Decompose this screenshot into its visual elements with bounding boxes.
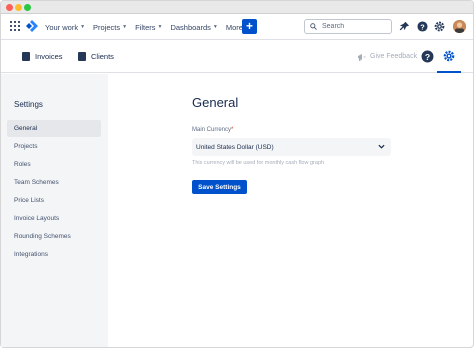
currency-helper-text: This currency will be used for monthly c… [192, 160, 325, 166]
sidebar-item-projects[interactable]: Projects [7, 138, 101, 155]
sidebar-title: Settings [14, 100, 43, 109]
tab-label: Clients [91, 52, 114, 61]
invoices-icon [22, 52, 30, 61]
menu-label: Your work [45, 22, 79, 32]
page-title: General [192, 95, 239, 110]
tab-label: Invoices [35, 52, 63, 61]
svg-text:?: ? [420, 22, 425, 31]
currency-label-text: Main Currency [192, 127, 232, 133]
feedback-label: Give Feedback [370, 53, 418, 60]
give-feedback-button[interactable]: Give Feedback [357, 40, 417, 73]
svg-text:?: ? [425, 52, 430, 62]
product-subnav: Invoices Clients Give Feedback ? [1, 40, 473, 73]
jira-logo-icon[interactable] [26, 20, 38, 32]
minimize-window-button[interactable] [15, 4, 22, 11]
currency-select[interactable]: United States Dollar (USD) [192, 138, 391, 156]
currency-selected-value: United States Dollar (USD) [196, 143, 274, 151]
sidebar-item-rounding-schemes[interactable]: Rounding Schemes [7, 228, 101, 245]
menu-label: Filters [135, 22, 156, 32]
sidebar-item-roles[interactable]: Roles [7, 156, 101, 173]
chevron-down-icon [378, 144, 385, 149]
save-settings-button[interactable]: Save Settings [192, 180, 247, 194]
menu-label: Dashboards [170, 22, 211, 32]
chevron-down-icon: ▼ [122, 24, 128, 30]
chevron-down-icon: ▼ [80, 24, 86, 30]
help-icon[interactable]: ? [421, 50, 434, 63]
chevron-down-icon: ▼ [212, 24, 218, 30]
clients-icon [78, 52, 86, 61]
menu-filters[interactable]: Filters ▼ [135, 23, 162, 32]
avatar-image [453, 20, 466, 33]
tab-clients[interactable]: Clients [78, 40, 114, 73]
top-navigation: Your work ▼ Projects ▼ Filters ▼ Dashboards… [1, 14, 473, 40]
sidebar-item-team-schemes[interactable]: Team Schemes [7, 174, 101, 191]
chevron-down-icon: ▼ [157, 24, 163, 30]
main-menu: Your work ▼ Projects ▼ Filters ▼ Dashboards… [45, 14, 258, 40]
settings-sidebar: Settings General Projects Roles Team Sch… [1, 74, 108, 347]
create-button[interactable]: + [242, 19, 257, 34]
menu-label: More [225, 22, 243, 32]
sidebar-item-price-lists[interactable]: Price Lists [7, 192, 101, 209]
search-box[interactable] [304, 19, 392, 34]
maximize-window-button[interactable] [24, 4, 31, 11]
tab-settings[interactable] [437, 40, 461, 73]
gear-icon [443, 50, 455, 61]
megaphone-icon [358, 53, 366, 61]
search-input[interactable] [322, 23, 390, 30]
menu-projects[interactable]: Projects ▼ [93, 23, 127, 32]
user-avatar[interactable] [453, 20, 466, 33]
sidebar-item-integrations[interactable]: Integrations [7, 246, 101, 263]
window-titlebar [1, 1, 473, 14]
menu-your-work[interactable]: Your work ▼ [45, 23, 85, 32]
sidebar-item-invoice-layouts[interactable]: Invoice Layouts [7, 210, 101, 227]
close-window-button[interactable] [6, 4, 13, 11]
menu-label: Projects [93, 22, 121, 32]
notifications-icon[interactable] [399, 21, 410, 32]
help-icon[interactable]: ? [417, 21, 428, 32]
currency-field-label: Main Currency* [192, 127, 233, 133]
search-icon [310, 23, 317, 30]
settings-gear-icon[interactable] [434, 21, 445, 32]
tab-invoices[interactable]: Invoices [22, 40, 63, 73]
menu-dashboards[interactable]: Dashboards ▼ [170, 23, 217, 32]
sidebar-item-general[interactable]: General [7, 120, 101, 137]
app-switcher-icon[interactable] [10, 21, 20, 31]
required-marker: * [231, 127, 234, 133]
